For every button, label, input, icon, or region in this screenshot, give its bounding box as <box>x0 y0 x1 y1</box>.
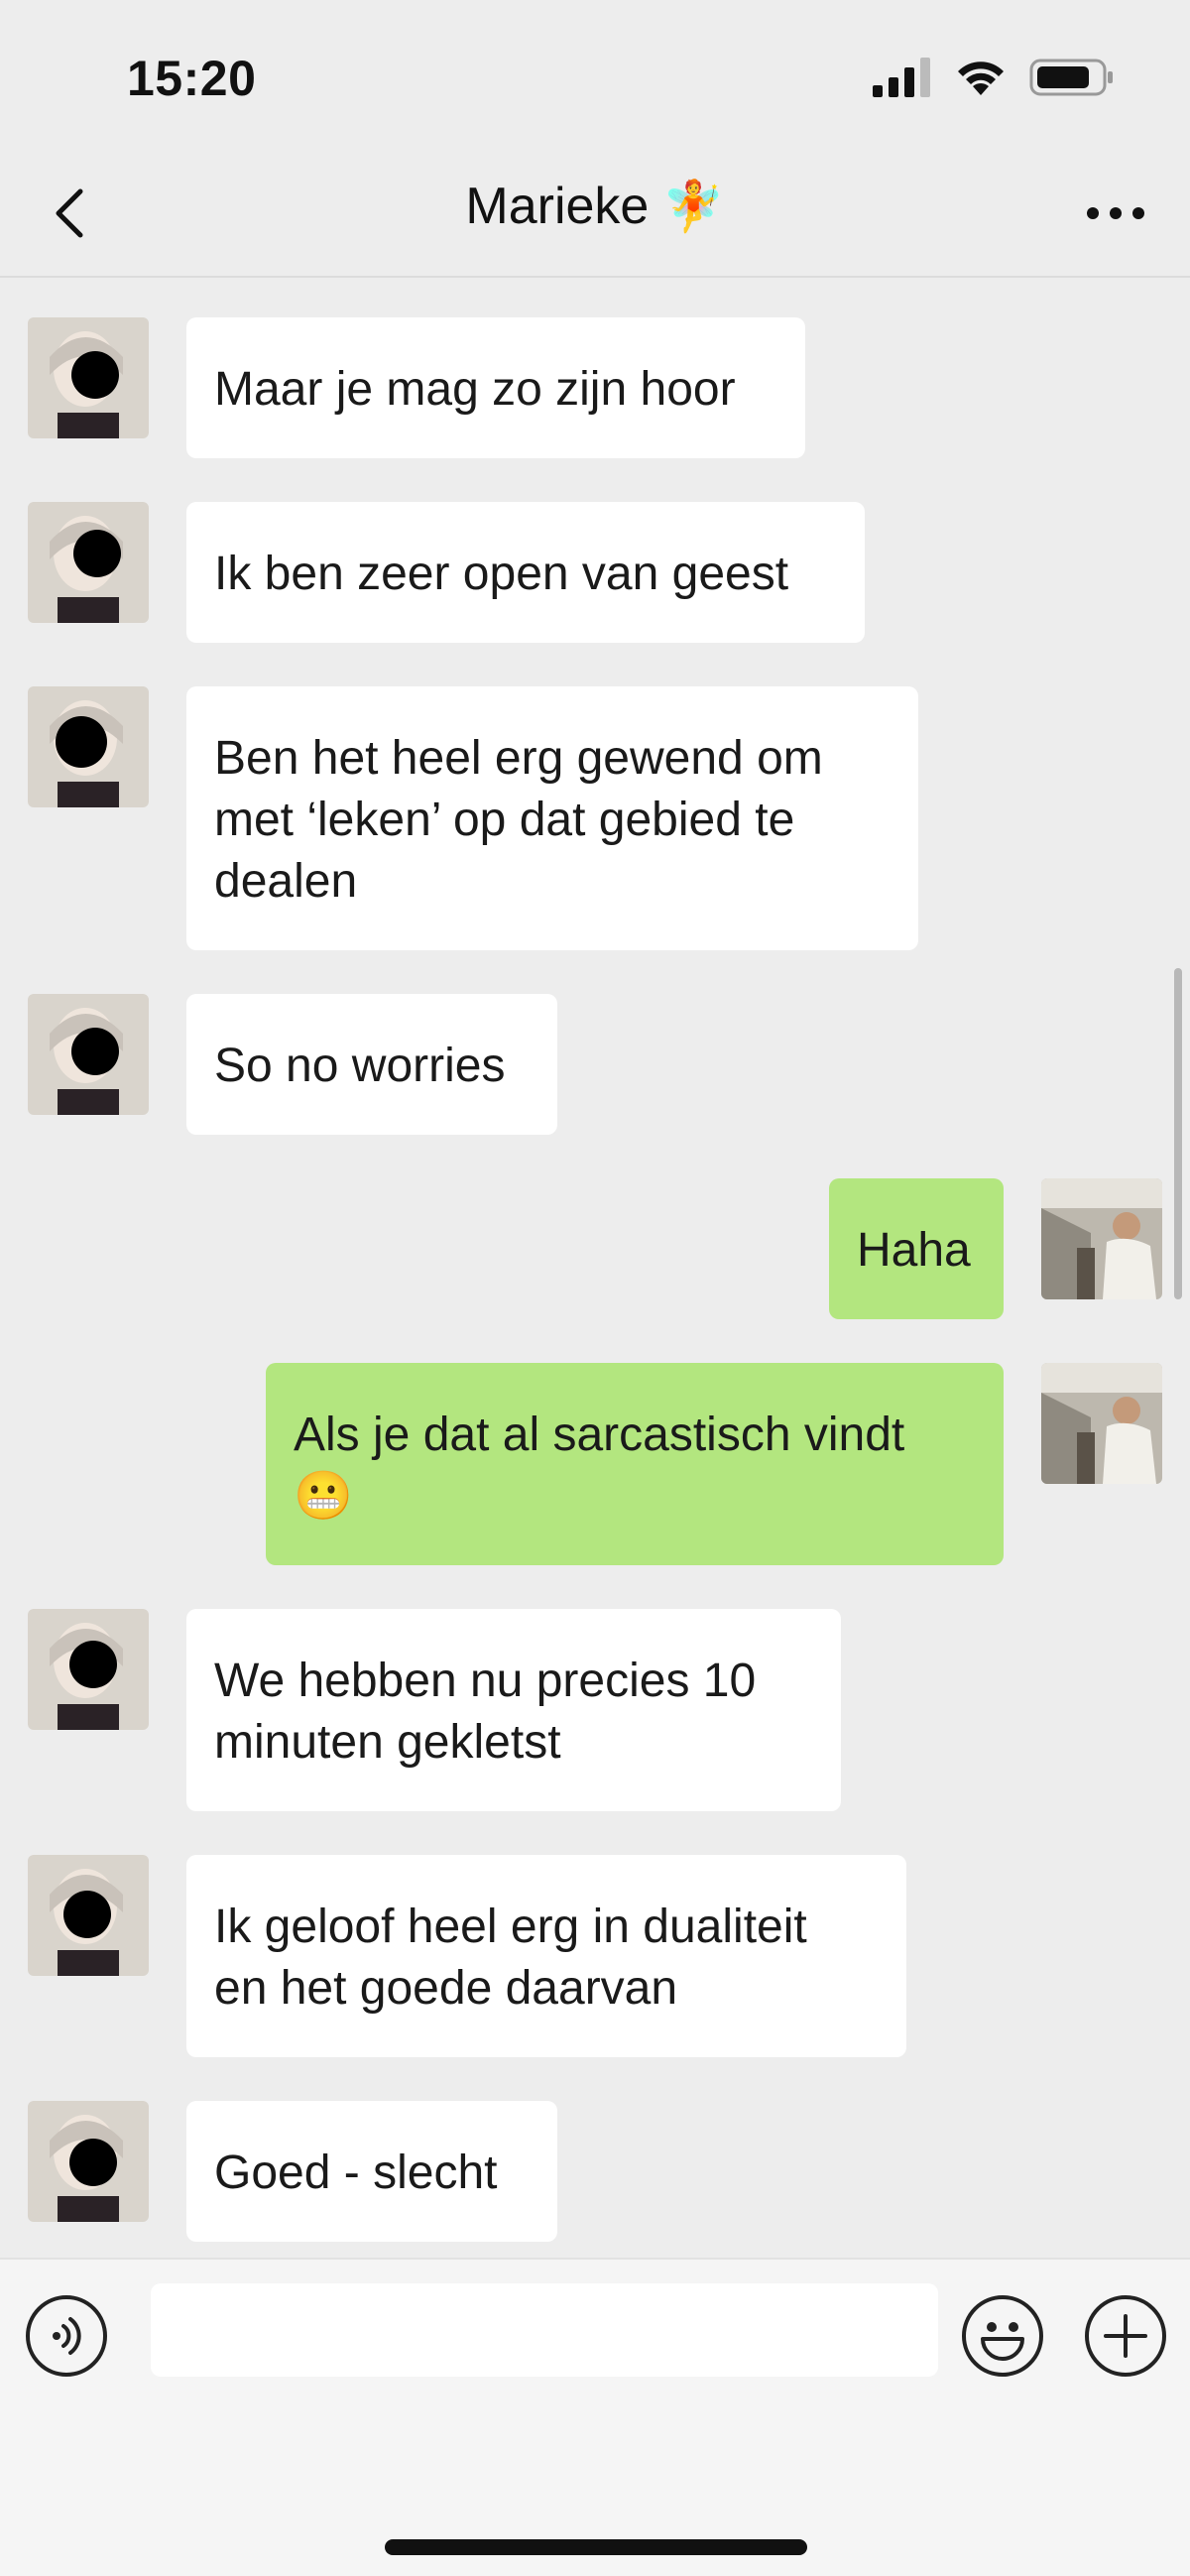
message-bubble[interactable]: Haha <box>829 1178 1004 1319</box>
message-bubble[interactable]: We hebben nu precies 10 minuten gekletst <box>186 1609 841 1811</box>
message-bubble[interactable]: Als je dat al sarcastisch vindt 😬 <box>266 1363 1004 1565</box>
message-line: en het goede daarvan <box>214 1962 678 2015</box>
fairy-emoji: 🧚 <box>662 178 725 234</box>
avatar[interactable] <box>28 994 149 1115</box>
message-bubble[interactable]: Ben het heel erg gewend om met ‘leken’ o… <box>186 686 918 950</box>
chat-header: Marieke 🧚 <box>0 149 1190 278</box>
battery-icon <box>1029 59 1113 96</box>
message-line: Ben het heel erg gewend om <box>214 732 823 785</box>
message-line: We hebben nu precies 10 <box>214 1655 757 1707</box>
emoji-button[interactable] <box>962 2295 1043 2377</box>
message-list[interactable]: Maar je mag zo zijn hoor Ik ben zeer ope… <box>0 280 1190 2258</box>
avatar[interactable] <box>28 2101 149 2222</box>
message-text: So no worries <box>214 1040 506 1092</box>
avatar[interactable] <box>28 1855 149 1976</box>
avatar[interactable] <box>1041 1363 1162 1484</box>
signal-icon <box>873 58 930 97</box>
message-bubble[interactable]: Goed - slecht <box>186 2101 557 2242</box>
message-line: minuten gekletst <box>214 1716 561 1769</box>
smiley-icon <box>981 2322 1024 2361</box>
avatar[interactable] <box>28 686 149 807</box>
plus-icon <box>1104 2314 1147 2358</box>
message-bubble[interactable]: Ik geloof heel erg in dualiteit en het g… <box>186 1855 906 2057</box>
message-line: dealen <box>214 855 358 908</box>
scrollbar[interactable] <box>1174 968 1182 1299</box>
avatar[interactable] <box>28 317 149 438</box>
message-line: met ‘leken’ op dat gebied te <box>214 794 795 846</box>
status-time: 15:20 <box>127 51 257 106</box>
message-bubble[interactable]: Maar je mag zo zijn hoor <box>186 317 805 458</box>
avatar[interactable] <box>28 502 149 623</box>
ellipsis-icon <box>1087 207 1144 219</box>
more-button[interactable] <box>1081 188 1150 238</box>
contact-name: Marieke <box>465 178 650 235</box>
message-text: Haha <box>857 1224 971 1277</box>
message-line: Als je dat al sarcastisch vindt <box>294 1409 905 1461</box>
plus-button[interactable] <box>1085 2295 1166 2377</box>
chat-title: Marieke 🧚 <box>0 177 1190 236</box>
message-text: Ik ben zeer open van geest <box>214 548 789 600</box>
message-bubble[interactable]: Ik ben zeer open van geest <box>186 502 865 643</box>
avatar[interactable] <box>1041 1178 1162 1299</box>
grimace-emoji: 😬 <box>294 1470 353 1523</box>
status-icons <box>873 58 1115 97</box>
message-line: Ik geloof heel erg in dualiteit <box>214 1901 807 1953</box>
voice-icon <box>53 2317 81 2355</box>
message-text: Maar je mag zo zijn hoor <box>214 363 736 416</box>
message-bubble[interactable]: So no worries <box>186 994 557 1135</box>
home-indicator[interactable] <box>385 2539 807 2555</box>
avatar[interactable] <box>28 1609 149 1730</box>
status-bar: 15:20 <box>0 0 1190 149</box>
wifi-icon <box>958 61 1004 95</box>
message-text: Goed - slecht <box>214 2147 498 2199</box>
composer <box>0 2258 1190 2576</box>
voice-button[interactable] <box>26 2295 107 2377</box>
message-input[interactable] <box>151 2283 938 2377</box>
